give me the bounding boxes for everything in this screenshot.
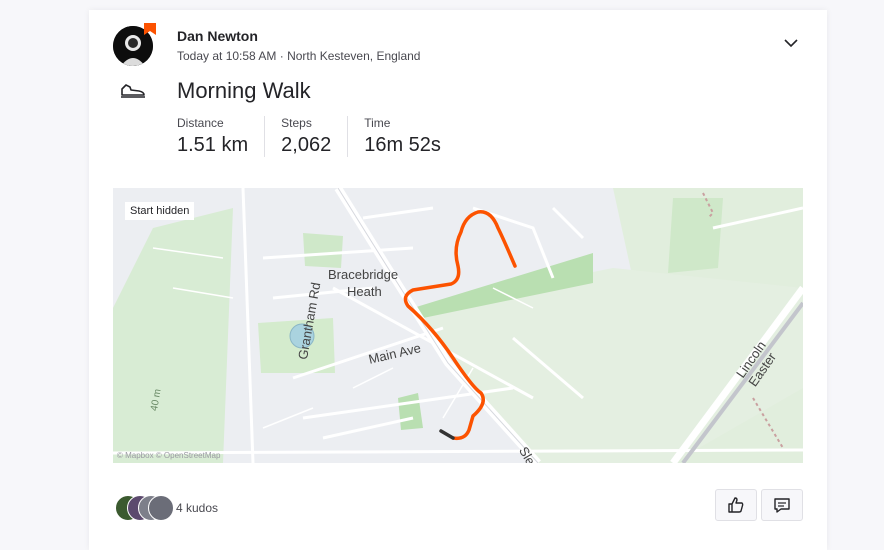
stat-value: 16m 52s: [364, 134, 441, 156]
comment-icon: [774, 498, 790, 513]
chevron-down-icon[interactable]: [781, 36, 801, 50]
map-canvas: [113, 188, 803, 463]
athlete-name[interactable]: Dan Newton: [177, 28, 258, 44]
stat-value: 2,062: [281, 134, 332, 156]
stat-time: Time 16m 52s: [364, 116, 457, 157]
place-label: Bracebridge: [328, 267, 399, 282]
stats-row: Distance 1.51 km Steps 2,062 Time 16m 52…: [177, 116, 473, 157]
route-map[interactable]: Start hidden Bracebridge Heath Main Ave …: [113, 188, 803, 463]
stat-label: Time: [364, 116, 391, 130]
comment-button[interactable]: [761, 489, 803, 521]
place-label: Heath: [347, 284, 382, 299]
map-attribution[interactable]: © Mapbox © OpenStreetMap: [117, 451, 220, 460]
stat-steps: Steps 2,062: [281, 116, 349, 157]
stat-label: Distance: [177, 116, 224, 130]
thumbs-up-icon: [728, 497, 744, 513]
stat-value: 1.51 km: [177, 134, 249, 156]
badge-icon: [144, 23, 156, 35]
stat-label: Steps: [281, 116, 312, 130]
kudo-avatar[interactable]: [148, 495, 174, 521]
shoe-icon: [121, 84, 145, 98]
start-hidden-label: Start hidden: [125, 202, 195, 220]
kudos-avatars[interactable]: [115, 495, 175, 521]
kudos-button[interactable]: [715, 489, 757, 521]
kudos-count[interactable]: 4 kudos: [176, 501, 218, 515]
stat-distance: Distance 1.51 km: [177, 116, 266, 157]
activity-meta: Today at 10:58 AM · North Kesteven, Engl…: [177, 49, 421, 63]
activity-title[interactable]: Morning Walk: [177, 78, 311, 104]
activity-card: Dan Newton Today at 10:58 AM · North Kes…: [89, 10, 827, 550]
